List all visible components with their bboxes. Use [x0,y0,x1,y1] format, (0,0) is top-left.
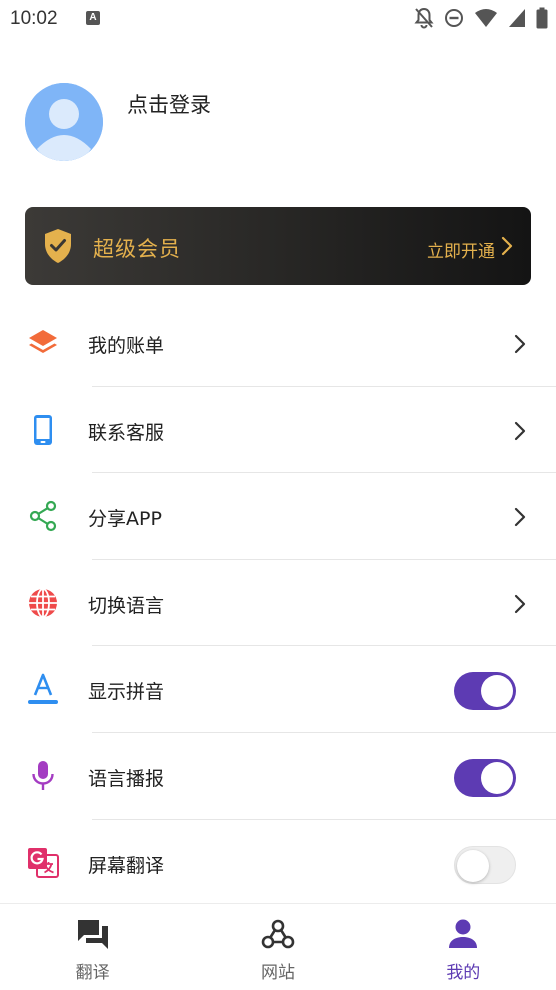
login-link[interactable]: 点击登录 [127,89,211,119]
menu-item-support[interactable]: 联系客服 [0,387,556,474]
menu-item-language[interactable]: 切换语言 [0,560,556,647]
layers-icon [27,327,59,359]
keyboard-a-icon: A [86,11,100,25]
screen-translate-toggle[interactable] [454,845,516,884]
vip-shield-icon [45,229,71,263]
chevron-right-icon [514,594,526,613]
menu-item-screen-translate: 屏幕翻译 [0,820,556,907]
vip-title: 超级会员 [93,237,181,261]
menu-item-bill[interactable]: 我的账单 [0,300,556,387]
menu-item-label: 语言播报 [88,767,165,790]
chevron-right-icon [514,334,526,354]
wifi-icon [475,9,497,27]
tab-mine[interactable]: 我的 [371,904,556,990]
person-icon [449,919,478,948]
chevron-right-icon [514,421,526,440]
battery-icon [536,7,548,29]
status-icons [414,7,548,29]
settings-menu: 我的账单 联系客服 分享APP 切换语言 显示拼音 语言播报 屏幕翻译 [0,300,556,906]
cellular-signal-icon [509,9,525,27]
status-time: 10:02 [10,8,58,29]
vip-card[interactable]: 超级会员 立即开通 [25,207,531,285]
menu-item-label: 分享APP [88,508,162,531]
menu-item-voice-broadcast: 语言播报 [0,733,556,820]
tab-translate[interactable]: 翻译 [0,904,185,990]
status-bar: 10:02 A [0,0,556,38]
menu-item-label: 切换语言 [88,594,165,617]
share-icon [27,500,59,532]
voice-broadcast-toggle[interactable] [454,758,516,797]
bottom-nav: 翻译 网站 我的 [0,903,556,990]
menu-item-label: 显示拼音 [88,681,165,704]
translate-icon [27,847,59,879]
toggle-knob [481,675,513,708]
microphone-icon [27,760,59,792]
menu-item-share[interactable]: 分享APP [0,473,556,560]
notifications-off-icon [414,7,434,29]
font-a-icon [27,673,59,705]
tab-label: 我的 [446,963,481,983]
tab-label: 网站 [260,963,295,983]
menu-item-pinyin: 显示拼音 [0,646,556,733]
tab-label: 翻译 [75,963,110,983]
pinyin-toggle[interactable] [454,672,516,711]
chat-icon [77,920,108,949]
vip-activate-button[interactable]: 立即开通 [427,237,495,262]
avatar[interactable] [25,83,103,161]
globe-icon [27,587,59,619]
tab-website[interactable]: 网站 [185,904,370,990]
chevron-right-icon [501,236,513,256]
phone-icon [27,414,59,446]
do-not-disturb-icon [445,9,463,27]
menu-item-label: 联系客服 [88,421,165,444]
toggle-knob [481,761,513,794]
chevron-right-icon [514,508,526,527]
default-avatar-icon [25,83,103,161]
menu-item-label: 屏幕翻译 [88,854,165,877]
menu-item-label: 我的账单 [88,335,165,357]
toggle-knob [457,849,489,882]
profile-section[interactable]: 点击登录 [25,83,525,163]
webhook-icon [261,919,295,949]
